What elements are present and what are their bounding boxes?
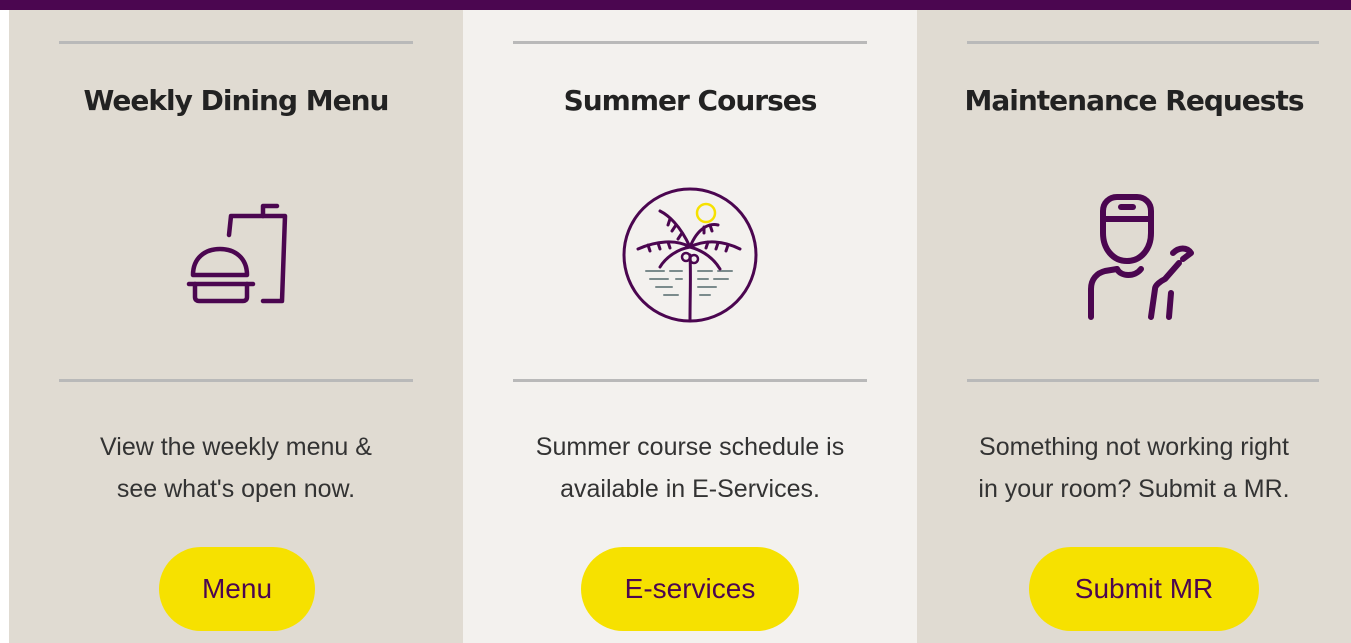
burger-drink-icon <box>186 203 288 304</box>
divider-middle <box>59 379 413 382</box>
submit-mr-button[interactable]: Submit MR <box>1029 547 1259 631</box>
card-description: Summer course schedule is available in E… <box>463 426 917 510</box>
icon-container <box>463 180 917 330</box>
card-summer-courses: Summer Courses Summer course schedule is… <box>463 10 917 643</box>
card-title: Summer Courses <box>563 84 818 117</box>
description-line-1: Something not working right <box>979 433 1289 461</box>
description-line-2: see what's open now. <box>116 475 356 503</box>
card-weekly-dining-menu: Weekly Dining Menu View the weekly menu … <box>9 10 463 643</box>
description-line-2: in your room? Submit a MR. <box>978 475 1290 503</box>
left-gutter <box>0 10 9 643</box>
icon-container <box>917 180 1351 330</box>
divider-middle <box>513 379 867 382</box>
card-description: View the weekly menu & see what's open n… <box>9 426 463 510</box>
divider-middle <box>967 379 1319 382</box>
description-line-2: available in E-Services. <box>560 475 820 503</box>
card-title: Maintenance Requests <box>964 84 1305 117</box>
card-title: Weekly Dining Menu <box>83 84 390 117</box>
divider-top <box>967 41 1319 44</box>
card-description: Something not working right in your room… <box>917 426 1351 510</box>
icon-container <box>9 180 463 330</box>
description-line-1: View the weekly menu & <box>100 433 372 461</box>
palm-tree-icon <box>622 187 758 323</box>
top-brand-bar <box>0 0 1351 10</box>
repair-worker-icon <box>1088 194 1194 320</box>
description-line-1: Summer course schedule is <box>535 433 845 461</box>
menu-button[interactable]: Menu <box>159 547 315 631</box>
e-services-button[interactable]: E-services <box>581 547 799 631</box>
card-maintenance-requests: Maintenance Requests Something not worki… <box>917 10 1351 643</box>
divider-top <box>513 41 867 44</box>
divider-top <box>59 41 413 44</box>
